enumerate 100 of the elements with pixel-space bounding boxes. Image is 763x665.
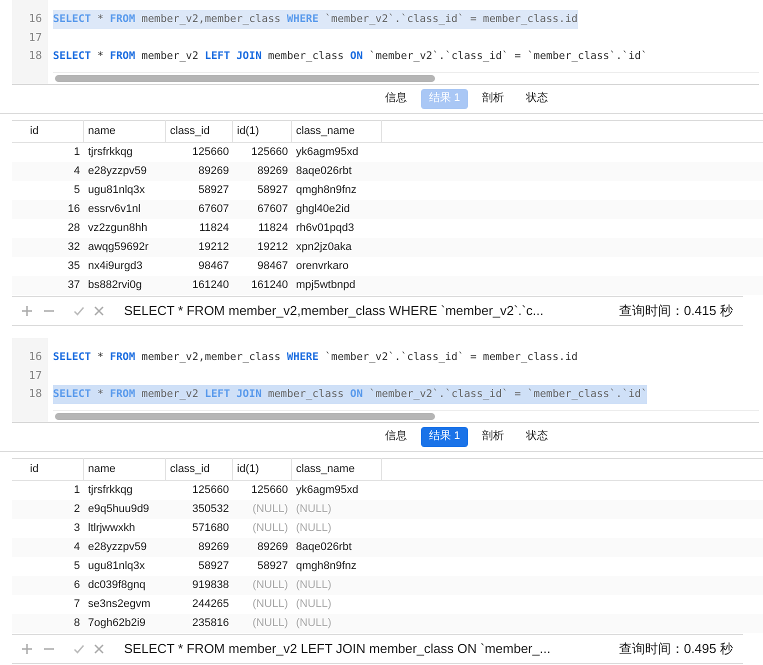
table-cell-text: 89269 xyxy=(256,164,289,179)
add-icon[interactable] xyxy=(20,642,34,656)
query-time: 查询时间：0.415 秒 xyxy=(618,302,733,320)
line-number: 17 xyxy=(28,30,43,46)
table-cell-text: bs882rvi0g xyxy=(87,278,143,293)
table-cell-text: e9q5huu9d9 xyxy=(87,502,150,517)
table-cell-text: 89269 xyxy=(197,540,230,555)
table-cell-text: 4 xyxy=(72,164,81,179)
table-cell-text: orenvrkaro xyxy=(295,258,350,274)
line-number: 16 xyxy=(28,11,43,27)
table-cell-text: qmgh8n9fnz xyxy=(295,182,358,198)
table-cell-text: (NULL) xyxy=(252,596,289,612)
result-tab[interactable]: 剖析 xyxy=(474,426,512,446)
column-header[interactable]: class_id xyxy=(166,458,233,480)
table-cell-text: 19212 xyxy=(256,240,289,255)
table-cell-text: (NULL) xyxy=(252,520,289,536)
column-header[interactable]: class_name xyxy=(292,458,382,480)
result-tab[interactable]: 剖析 xyxy=(474,88,512,108)
line-number: 18 xyxy=(28,48,43,64)
query-text: SELECT * FROM member_v2 LEFT JOIN member_class ON `member_... xyxy=(124,640,550,658)
table-cell-text: 161240 xyxy=(191,278,230,293)
column-header[interactable]: name xyxy=(84,458,166,480)
column-header[interactable]: class_name xyxy=(292,120,382,142)
table-cell-text: tjrsfrkkqg xyxy=(87,144,134,160)
table-cell-text: 11824 xyxy=(257,220,289,236)
close-icon[interactable] xyxy=(92,304,106,318)
table-cell-text: 350532 xyxy=(191,502,230,517)
table-cell-text: 235816 xyxy=(191,616,230,631)
column-header[interactable]: name xyxy=(84,120,166,142)
table-cell-text: 2 xyxy=(72,502,81,517)
table-cell-text: 8aqe026rbt xyxy=(295,540,353,555)
table-cell-text: rh6v01pqd3 xyxy=(295,220,356,236)
query-text: SELECT * FROM member_v2,member_class WHERE `member_v2`.`c... xyxy=(124,302,544,320)
table-cell-text: (NULL) xyxy=(252,578,289,593)
table-cell-text: 58927 xyxy=(256,558,289,574)
column-header[interactable]: id(1) xyxy=(233,458,292,480)
table-cell-text: 125660 xyxy=(191,482,230,498)
table-cell-text: 89269 xyxy=(197,164,230,179)
table-cell-text: ghgl40e2id xyxy=(295,202,351,217)
table-cell-text: 4 xyxy=(72,540,81,555)
table-cell-text: (NULL) xyxy=(295,596,332,612)
table-cell-text: (NULL) xyxy=(295,520,332,536)
result-tab[interactable]: 信息 xyxy=(376,426,415,446)
table-cell-text: 125660 xyxy=(250,482,289,498)
table-cell-text: yk6agm95xd xyxy=(295,482,360,498)
table-cell-text: 8aqe026rbt xyxy=(295,164,353,179)
table-cell-text: 8 xyxy=(72,616,81,631)
table-cell-text: 32 xyxy=(66,240,81,255)
checkmark-icon[interactable] xyxy=(72,304,86,318)
scrollbar-thumb[interactable] xyxy=(55,412,435,420)
table-cell-text: 37 xyxy=(66,278,81,293)
table-cell-text: (NULL) xyxy=(295,578,332,593)
table-cell-text: (NULL) xyxy=(252,502,289,517)
column-header[interactable]: id xyxy=(26,120,84,142)
result-tab[interactable]: 状态 xyxy=(518,88,556,108)
table-cell-text: ltlrjwwxkh xyxy=(87,520,136,536)
column-header[interactable]: id(1) xyxy=(233,120,292,142)
table-cell-text: 3 xyxy=(72,520,81,536)
table-cell-text: 1 xyxy=(72,482,81,498)
table-cell-text: 7 xyxy=(72,596,81,612)
table-cell-text: 35 xyxy=(66,258,81,274)
table-cell-text: 89269 xyxy=(256,540,289,555)
line-number: 18 xyxy=(28,386,43,402)
table-cell-text: dc039f8gnq xyxy=(87,578,146,593)
table-cell-text: 571680 xyxy=(191,520,230,536)
table-cell-text: e28yzzpv59 xyxy=(87,164,148,179)
table-cell-text: 6 xyxy=(72,578,81,593)
line-number: 17 xyxy=(28,368,43,384)
table-cell-text: 125660 xyxy=(191,144,230,160)
table-cell-text: 28 xyxy=(66,220,81,236)
result-tab[interactable]: 状态 xyxy=(518,426,556,446)
table-cell-text: awqg59692r xyxy=(87,240,150,255)
table-cell-text: 98467 xyxy=(197,258,230,274)
table-cell-text: vz2zgun8hh xyxy=(87,220,148,236)
table-cell-text: 919838 xyxy=(191,578,230,593)
table-cell-text: ugu81nlq3x xyxy=(87,182,146,198)
line-number: 16 xyxy=(28,349,43,365)
table-cell-text: 244265 xyxy=(191,596,230,612)
table-cell-text: e28yzzpv59 xyxy=(87,540,148,555)
column-header[interactable]: id xyxy=(26,458,84,480)
table-cell-text: 11824 xyxy=(198,220,230,236)
add-icon[interactable] xyxy=(20,304,34,318)
table-cell-text: se3ns2egvm xyxy=(87,596,152,612)
table-cell-text: mpj5wtbnpd xyxy=(295,278,356,293)
table-cell-text: yk6agm95xd xyxy=(295,144,360,160)
checkmark-icon[interactable] xyxy=(72,642,86,656)
column-header[interactable]: class_id xyxy=(166,120,233,142)
table-cell-text: nx4i9urgd3 xyxy=(87,258,144,274)
table-cell-text: 67607 xyxy=(197,202,230,217)
table-cell-text: 1 xyxy=(72,144,81,160)
table-cell-text: 125660 xyxy=(250,144,289,160)
table-cell-text: 16 xyxy=(66,202,81,217)
result-tab[interactable]: 结果 1 xyxy=(420,426,468,446)
table-cell-text: essrv6v1nl xyxy=(87,202,142,217)
result-tab[interactable]: 信息 xyxy=(376,88,415,108)
scrollbar-thumb[interactable] xyxy=(55,74,435,82)
close-icon[interactable] xyxy=(92,642,106,656)
table-cell-text: 58927 xyxy=(256,182,289,198)
table-cell-text: 58927 xyxy=(197,558,230,574)
code-line: SELECT * FROM member_v2 LEFT JOIN member_class ON `member_v2`.`class_id` = `member_class`.`id` xyxy=(53,49,648,64)
